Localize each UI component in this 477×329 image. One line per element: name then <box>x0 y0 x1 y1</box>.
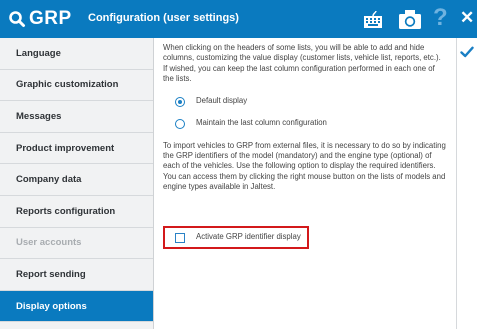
grp-logo: GRP <box>8 8 72 30</box>
sidebar-item-messages[interactable]: Messages <box>0 101 153 133</box>
radio-default-button[interactable] <box>175 96 185 107</box>
sidebar-item-user-accounts: User accounts <box>0 228 153 260</box>
column-config-description: When clicking on the headers of some lis… <box>163 43 441 84</box>
sidebar-item-report-sending[interactable]: Report sending <box>0 259 153 291</box>
app-header: GRP Configuration (user settings) ? ✕ <box>0 0 477 38</box>
import-description: To import vehicles to GRP from external … <box>163 140 446 192</box>
sidebar-item-language[interactable]: Language <box>0 38 153 70</box>
radio-maintain-label: Maintain the last column configuration <box>196 118 327 128</box>
close-icon[interactable]: ✕ <box>460 7 474 29</box>
sidebar-item-company-data[interactable]: Company data <box>0 164 153 196</box>
sidebar-item-reports-configuration[interactable]: Reports configuration <box>0 196 153 228</box>
sidebar-item-display-options[interactable]: Display options <box>0 290 153 323</box>
camera-icon[interactable] <box>398 8 422 30</box>
radio-default-display[interactable]: Default display <box>175 95 446 109</box>
radio-maintain-last[interactable]: Maintain the last column configuration <box>175 117 446 131</box>
logo-text: GRP <box>29 8 72 29</box>
checkmark-icon[interactable] <box>460 46 474 58</box>
settings-sidebar: Language Graphic customization Messages … <box>0 38 154 329</box>
keyboard-icon[interactable] <box>362 9 384 29</box>
sidebar-item-graphic-customization[interactable]: Graphic customization <box>0 70 153 102</box>
logo-search-icon <box>9 11 25 27</box>
activate-identifier-checkbox[interactable] <box>175 232 185 243</box>
help-icon[interactable]: ? <box>433 5 448 31</box>
radio-maintain-button[interactable] <box>175 118 185 129</box>
activate-identifier-label: Activate GRP identifier display <box>196 232 301 242</box>
sidebar-item-product-improvement[interactable]: Product improvement <box>0 133 153 165</box>
radio-default-label: Default display <box>196 96 248 106</box>
activate-identifier-highlight[interactable]: Activate GRP identifier display <box>163 226 309 249</box>
window-title: Configuration (user settings) <box>88 12 239 24</box>
action-panel <box>456 38 477 329</box>
display-options-panel: When clicking on the headers of some lis… <box>163 43 446 249</box>
